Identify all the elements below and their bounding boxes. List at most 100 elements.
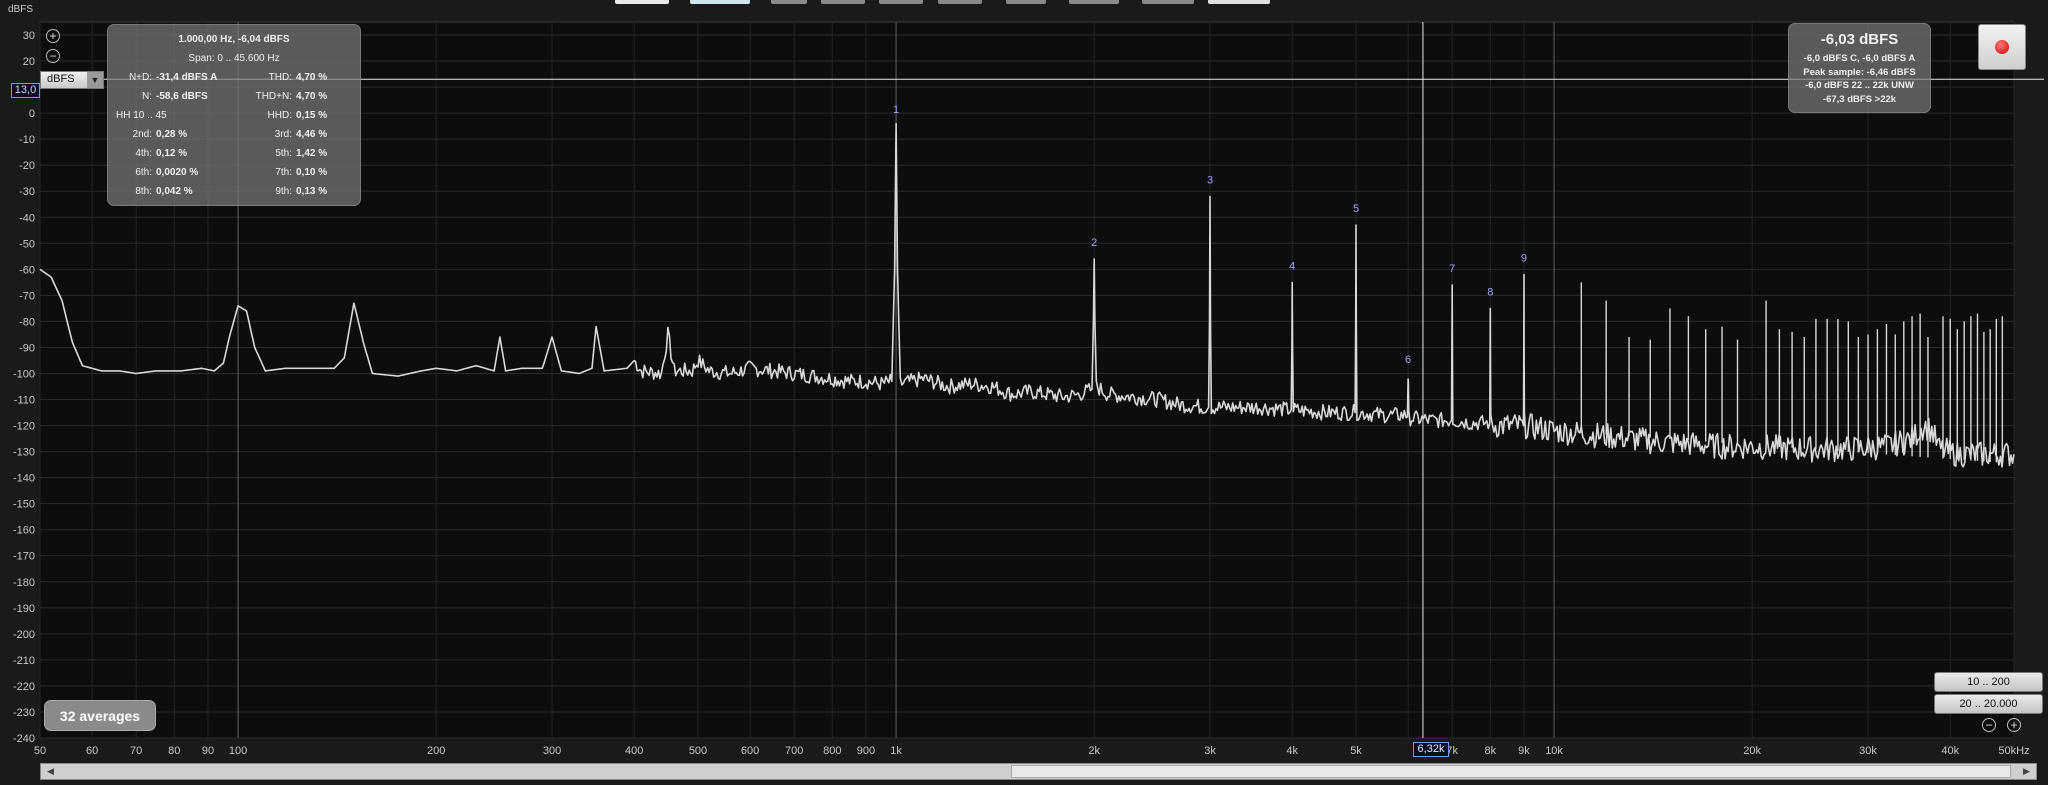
y-tick-label: -140 [13, 473, 35, 485]
stat-value: 4,70 % [296, 91, 328, 102]
level-line: Peak sample: -6,46 dBFS [1803, 66, 1916, 78]
x-tick-label: 4k [1286, 745, 1298, 757]
x-tick-label: 9k [1518, 745, 1530, 757]
range-button-20-20000[interactable]: 20 .. 20.000 [1934, 694, 2043, 714]
harmonic-label: 1 [893, 104, 899, 116]
spectrum-analyzer-window: dBFS 3020100-10-20-30-40-50-60-70-80-90-… [0, 0, 2048, 785]
record-icon [1995, 40, 2009, 54]
harmonic-label: 3 [1207, 174, 1213, 186]
x-tick-label: 500 [689, 745, 707, 757]
unit-select[interactable]: dBFS ▼ [40, 71, 104, 89]
averages-badge: 32 averages [44, 700, 156, 731]
stat-value: 0,10 % [296, 167, 328, 178]
x-tick-label: 700 [785, 745, 803, 757]
level-panel: -6,03 dBFS -6,0 dBFS C, -6,0 dBFS A Peak… [1788, 23, 1931, 113]
x-tick-label: 2k [1088, 745, 1100, 757]
x-tick-label: 100 [229, 745, 247, 757]
x-tick-label: 50kHz [1998, 745, 2029, 757]
stat-value: 0,13 % [296, 186, 328, 197]
stat-value: -31,4 dBFS A [156, 72, 218, 83]
level-main: -6,03 dBFS [1820, 31, 1899, 48]
harmonic-label: 8 [1487, 286, 1493, 298]
scroll-left-icon[interactable]: ◀ [44, 765, 57, 778]
x-tick-label: 1k [890, 745, 902, 757]
harmonic-label: 7 [1449, 263, 1455, 275]
x-tick-label: 900 [857, 745, 875, 757]
x-tick-label: 8k [1484, 745, 1496, 757]
zoom-out-icon[interactable]: − [46, 49, 60, 63]
y-tick-label: -170 [13, 551, 35, 563]
stat-label: 6th: [135, 167, 152, 178]
y-tick-label: -240 [13, 733, 35, 745]
y-tick-label: -210 [13, 655, 35, 667]
y-tick-label: -190 [13, 603, 35, 615]
stat-value: 0,12 % [156, 148, 188, 159]
stats-span: Span: 0 .. 45.600 Hz [188, 53, 280, 64]
stat-value: -58,6 dBFS [156, 91, 208, 102]
y-tick-label: -50 [19, 238, 35, 250]
x-tick-label: 70 [130, 745, 142, 757]
y-tick-label: -180 [13, 577, 35, 589]
unit-select-value: dBFS [47, 73, 75, 85]
x-tick-label: 600 [741, 745, 759, 757]
x-tick-label: 300 [543, 745, 561, 757]
stats-header: 1.000,00 Hz, -6,04 dBFS [178, 34, 290, 45]
y-tick-label: -100 [13, 368, 35, 380]
y-tick-label: -150 [13, 499, 35, 511]
x-tick-label: 20k [1743, 745, 1761, 757]
zoom-in-icon[interactable]: + [46, 29, 60, 43]
stat-value: 0,15 % [296, 110, 328, 121]
y-tick-label: -90 [19, 342, 35, 354]
harmonic-label: 9 [1521, 253, 1527, 265]
x-tick-label: 80 [168, 745, 180, 757]
x-tick-label: 50 [34, 745, 46, 757]
scroll-thumb[interactable] [1011, 765, 2011, 778]
y-tick-label: -80 [19, 316, 35, 328]
stats-panel: 1.000,00 Hz, -6,04 dBFS Span: 0 .. 45.60… [107, 24, 361, 206]
harmonic-label: 6 [1405, 354, 1411, 366]
y-tick-label: -120 [13, 421, 35, 433]
stat-value [156, 106, 240, 125]
x-tick-label: 40k [1941, 745, 1959, 757]
y-tick-label: -220 [13, 681, 35, 693]
y-tick-label: -70 [19, 290, 35, 302]
stat-label: 3rd: [274, 129, 292, 140]
y-tick-label: -20 [19, 160, 35, 172]
cursor-frequency-readout[interactable]: 6,32k [1413, 742, 1449, 757]
range-button-10-200[interactable]: 10 .. 200 [1934, 672, 2043, 692]
stats-grid: N+D: -31,4 dBFS A THD: 4,70 % N: -58,6 dBFS TH… [116, 68, 352, 201]
y-tick-label: 0 [29, 108, 35, 120]
y-tick-label: 20 [23, 56, 35, 68]
y-tick-label: -130 [13, 447, 35, 459]
stat-value: 0,28 % [156, 129, 188, 140]
x-tick-label: 90 [202, 745, 214, 757]
x-tick-label: 30k [1859, 745, 1877, 757]
stat-value: 4,46 % [296, 129, 328, 140]
x-tick-label: 800 [823, 745, 841, 757]
stat-label: N: [142, 91, 152, 102]
record-button[interactable] [1978, 24, 2026, 70]
x-tick-label: 5k [1350, 745, 1362, 757]
scroll-right-icon[interactable]: ▶ [2020, 765, 2033, 778]
horizontal-scrollbar[interactable]: ◀ ▶ [40, 763, 2037, 780]
y-value-readout[interactable]: 13,0 [11, 83, 40, 98]
x-tick-label: 3k [1204, 745, 1216, 757]
stat-label: 2nd: [132, 129, 152, 140]
stat-value: 1,42 % [296, 148, 328, 159]
y-tick-label: -30 [19, 186, 35, 198]
x-tick-label: 60 [86, 745, 98, 757]
zoom-out-icon[interactable]: − [1982, 718, 1996, 732]
y-tick-label: -110 [14, 395, 35, 407]
stat-label: 8th: [135, 186, 152, 197]
stat-label: N+D: [128, 72, 152, 83]
x-tick-label: 10k [1545, 745, 1563, 757]
stat-label: THD+N: [255, 91, 292, 102]
level-line: -6,0 dBFS C, -6,0 dBFS A [1803, 53, 1916, 64]
level-line: -6,0 dBFS 22 .. 22k UNW [1805, 80, 1914, 91]
stat-label: 4th: [135, 148, 152, 159]
chevron-down-icon: ▼ [87, 72, 103, 88]
x-tick-label: 400 [625, 745, 643, 757]
y-tick-label: -230 [13, 707, 35, 719]
zoom-in-icon[interactable]: + [2007, 718, 2021, 732]
stat-value: 0,042 % [156, 186, 193, 197]
